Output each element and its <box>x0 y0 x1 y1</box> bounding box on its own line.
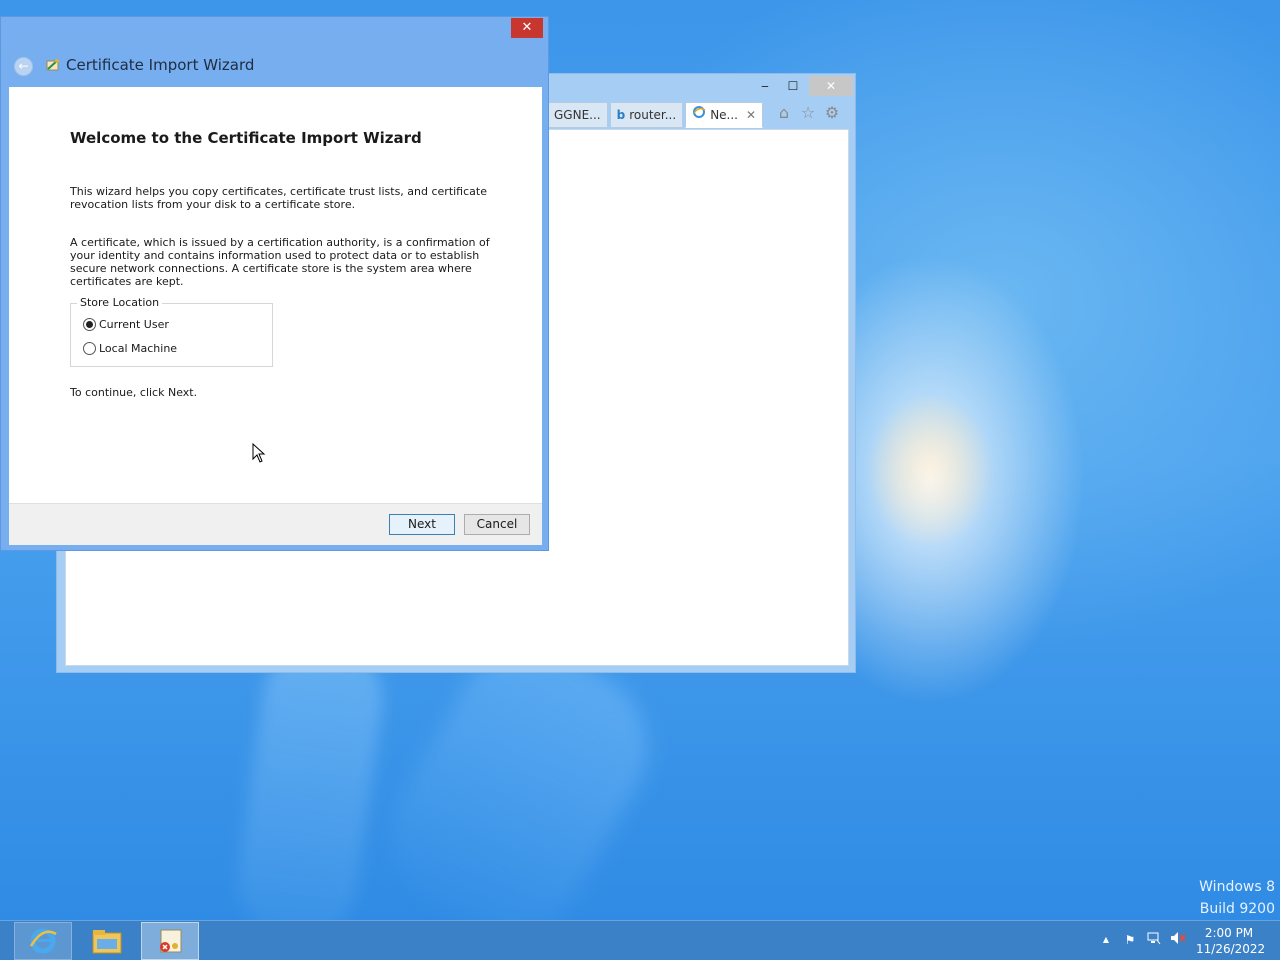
wizard-intro-paragraph: This wizard helps you copy certificates,… <box>70 185 487 211</box>
taskbar: ▲ ⚑ 2:00 PM 11/26/2022 <box>0 920 1280 960</box>
back-arrow-icon[interactable]: ← <box>14 57 33 76</box>
settings-gear-icon[interactable]: ⚙ <box>823 104 841 122</box>
local-machine-radio[interactable] <box>83 342 96 355</box>
current-user-label: Current User <box>99 318 169 331</box>
ie-page-icon <box>692 103 706 127</box>
clock-date: 11/26/2022 <box>1196 942 1266 956</box>
local-machine-label: Local Machine <box>99 342 178 355</box>
ie-maximize-button[interactable]: ☐ <box>779 76 807 96</box>
show-hidden-icons-chevron-icon[interactable]: ▲ <box>1098 931 1114 949</box>
certificate-import-wizard-dialog: ✕ ← Certificate Import Wizard Welcome to… <box>0 16 549 551</box>
brand-line-2: Build 9200 <box>1199 901 1275 917</box>
brand-line-1: Windows 8 <box>1199 879 1275 895</box>
bing-icon: b <box>616 108 626 122</box>
favorites-star-icon[interactable]: ☆ <box>799 104 817 122</box>
wizard-close-button[interactable]: ✕ <box>511 18 543 38</box>
volume-muted-icon[interactable] <box>1170 931 1186 949</box>
system-tray: ▲ ⚑ <box>1098 931 1186 949</box>
network-icon[interactable] <box>1146 931 1162 949</box>
store-location-group: Store Location Current User Local Machin… <box>70 296 273 367</box>
clock-time: 2:00 PM <box>1204 926 1254 940</box>
wizard-heading: Welcome to the Certificate Import Wizard <box>70 129 422 147</box>
ie-tab-1[interactable]: GGNE... <box>547 102 608 128</box>
certificate-icon[interactable] <box>141 922 199 960</box>
wizard-certificate-paragraph: A certificate, which is issued by a cert… <box>70 236 490 288</box>
ie-tab-1-label: GGNE... <box>554 108 601 122</box>
cancel-button[interactable]: Cancel <box>464 514 530 535</box>
ie-minimize-button[interactable]: ‒ <box>751 76 779 96</box>
store-location-legend: Store Location <box>77 296 163 309</box>
ie-tab-3-label: Ne... <box>710 108 738 122</box>
next-button[interactable]: Next <box>389 514 455 535</box>
wizard-title: Certificate Import Wizard <box>66 56 255 74</box>
ie-tab-2-label: router... <box>629 108 677 122</box>
tab-close-icon[interactable]: ✕ <box>746 103 756 127</box>
ie-tab-2[interactable]: b router... <box>609 102 684 128</box>
ie-toolbar-icons: ⌂ ☆ ⚙ <box>775 104 841 122</box>
ie-tab-3[interactable]: Ne... ✕ <box>685 102 764 128</box>
ie-close-button[interactable]: ✕ <box>809 76 853 96</box>
current-user-radio[interactable] <box>83 318 96 331</box>
file-explorer-icon[interactable] <box>78 922 136 960</box>
windows-build-watermark: Windows 8 Build 9200 <box>1199 876 1275 920</box>
local-machine-option[interactable]: Local Machine <box>83 342 177 355</box>
wizard-footer: Next Cancel <box>9 503 542 545</box>
continue-instruction: To continue, click Next. <box>70 386 198 399</box>
wizard-body: Welcome to the Certificate Import Wizard… <box>9 87 542 503</box>
certificate-wizard-icon <box>45 57 61 73</box>
ie-tab-strip: GGNE... b router... Ne... ✕ <box>547 102 765 128</box>
current-user-option[interactable]: Current User <box>83 318 169 331</box>
action-center-flag-icon[interactable]: ⚑ <box>1122 931 1138 949</box>
home-icon[interactable]: ⌂ <box>775 104 793 122</box>
taskbar-clock[interactable]: 2:00 PM 11/26/2022 <box>1196 925 1266 957</box>
internet-explorer-icon[interactable] <box>14 922 72 960</box>
